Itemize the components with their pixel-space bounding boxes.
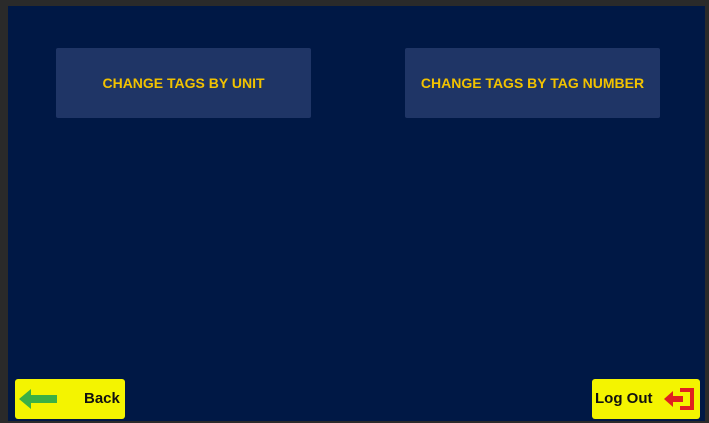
change-tags-by-unit-label: CHANGE TAGS BY UNIT — [102, 75, 265, 91]
arrow-left-icon — [19, 389, 57, 409]
change-tags-by-unit-button[interactable]: CHANGE TAGS BY UNIT — [56, 48, 311, 118]
logout-label: Log Out — [595, 390, 653, 407]
device-frame: CHANGE TAGS BY UNIT CHANGE TAGS BY TAG N… — [0, 0, 709, 423]
change-tags-by-tag-number-button[interactable]: CHANGE TAGS BY TAG NUMBER — [405, 48, 660, 118]
app-screen: CHANGE TAGS BY UNIT CHANGE TAGS BY TAG N… — [8, 6, 705, 421]
back-button[interactable]: Back — [15, 379, 125, 419]
logout-button[interactable]: Log Out — [592, 379, 700, 419]
change-tags-by-tag-number-label: CHANGE TAGS BY TAG NUMBER — [420, 75, 645, 91]
exit-door-icon — [664, 388, 694, 410]
back-label: Back — [84, 390, 120, 407]
